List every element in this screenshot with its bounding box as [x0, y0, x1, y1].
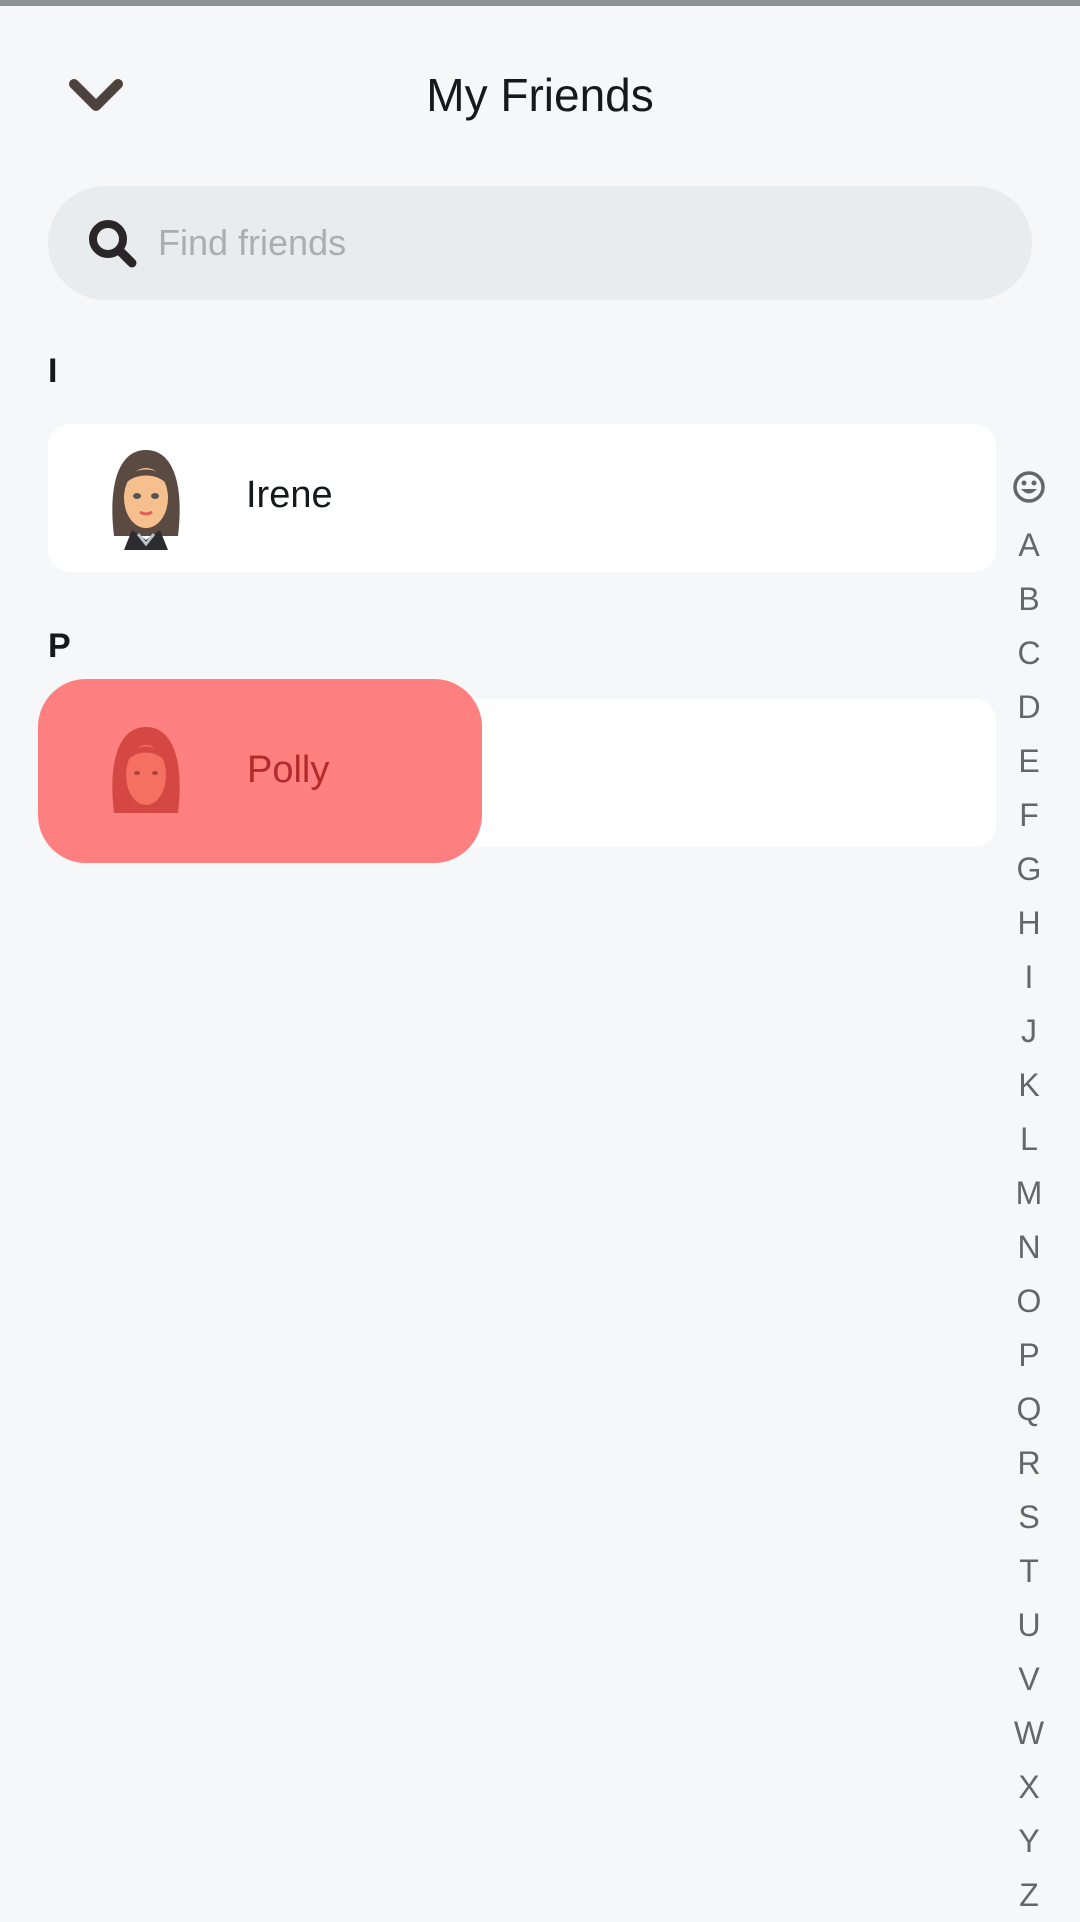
status-bar-strip — [0, 0, 1080, 6]
alpha-index-letter-n[interactable]: N — [1014, 1220, 1044, 1274]
alphabet-index[interactable]: ABCDEFGHIJKLMNOPQRSTUVWXYZ — [1000, 462, 1058, 1922]
alpha-index-emoji[interactable] — [1012, 462, 1046, 512]
alpha-index-letter-g[interactable]: G — [1014, 842, 1044, 896]
alpha-index-letter-i[interactable]: I — [1014, 950, 1044, 1004]
alpha-index-letter-m[interactable]: M — [1014, 1166, 1044, 1220]
alpha-index-letter-q[interactable]: Q — [1014, 1382, 1044, 1436]
search-bar[interactable] — [48, 186, 1032, 300]
avatar — [112, 450, 180, 550]
section-header-i: I — [48, 352, 58, 390]
alpha-index-letter-s[interactable]: S — [1014, 1490, 1044, 1544]
alpha-index-letter-j[interactable]: J — [1014, 1004, 1044, 1058]
alpha-index-letter-b[interactable]: B — [1014, 572, 1044, 626]
alpha-index-letter-u[interactable]: U — [1014, 1598, 1044, 1652]
alpha-index-letter-y[interactable]: Y — [1014, 1814, 1044, 1868]
alpha-index-letter-w[interactable]: W — [1014, 1706, 1044, 1760]
friend-row-irene[interactable]: Irene — [48, 424, 996, 572]
friend-name: Irene — [246, 474, 333, 516]
search-input[interactable] — [156, 221, 960, 265]
alpha-index-letter-v[interactable]: V — [1014, 1652, 1044, 1706]
friend-row-polly[interactable] — [48, 699, 996, 847]
alpha-index-letter-h[interactable]: H — [1014, 896, 1044, 950]
page-title: My Friends — [426, 69, 654, 121]
alpha-index-letter-e[interactable]: E — [1014, 734, 1044, 788]
alpha-index-letter-z[interactable]: Z — [1014, 1868, 1044, 1922]
alpha-index-letter-c[interactable]: C — [1014, 626, 1044, 680]
alpha-index-letter-t[interactable]: T — [1014, 1544, 1044, 1598]
alpha-index-letter-r[interactable]: R — [1014, 1436, 1044, 1490]
alpha-index-letter-o[interactable]: O — [1014, 1274, 1044, 1328]
search-icon — [82, 213, 142, 273]
section-header-p: P — [48, 627, 71, 665]
alpha-index-letter-x[interactable]: X — [1014, 1760, 1044, 1814]
alpha-index-letter-k[interactable]: K — [1014, 1058, 1044, 1112]
alpha-index-letter-p[interactable]: P — [1014, 1328, 1044, 1382]
smiley-icon — [1013, 471, 1045, 503]
alpha-index-letter-f[interactable]: F — [1014, 788, 1044, 842]
alpha-index-letter-l[interactable]: L — [1014, 1112, 1044, 1166]
alpha-index-letter-d[interactable]: D — [1014, 680, 1044, 734]
alpha-index-letter-a[interactable]: A — [1014, 518, 1044, 572]
